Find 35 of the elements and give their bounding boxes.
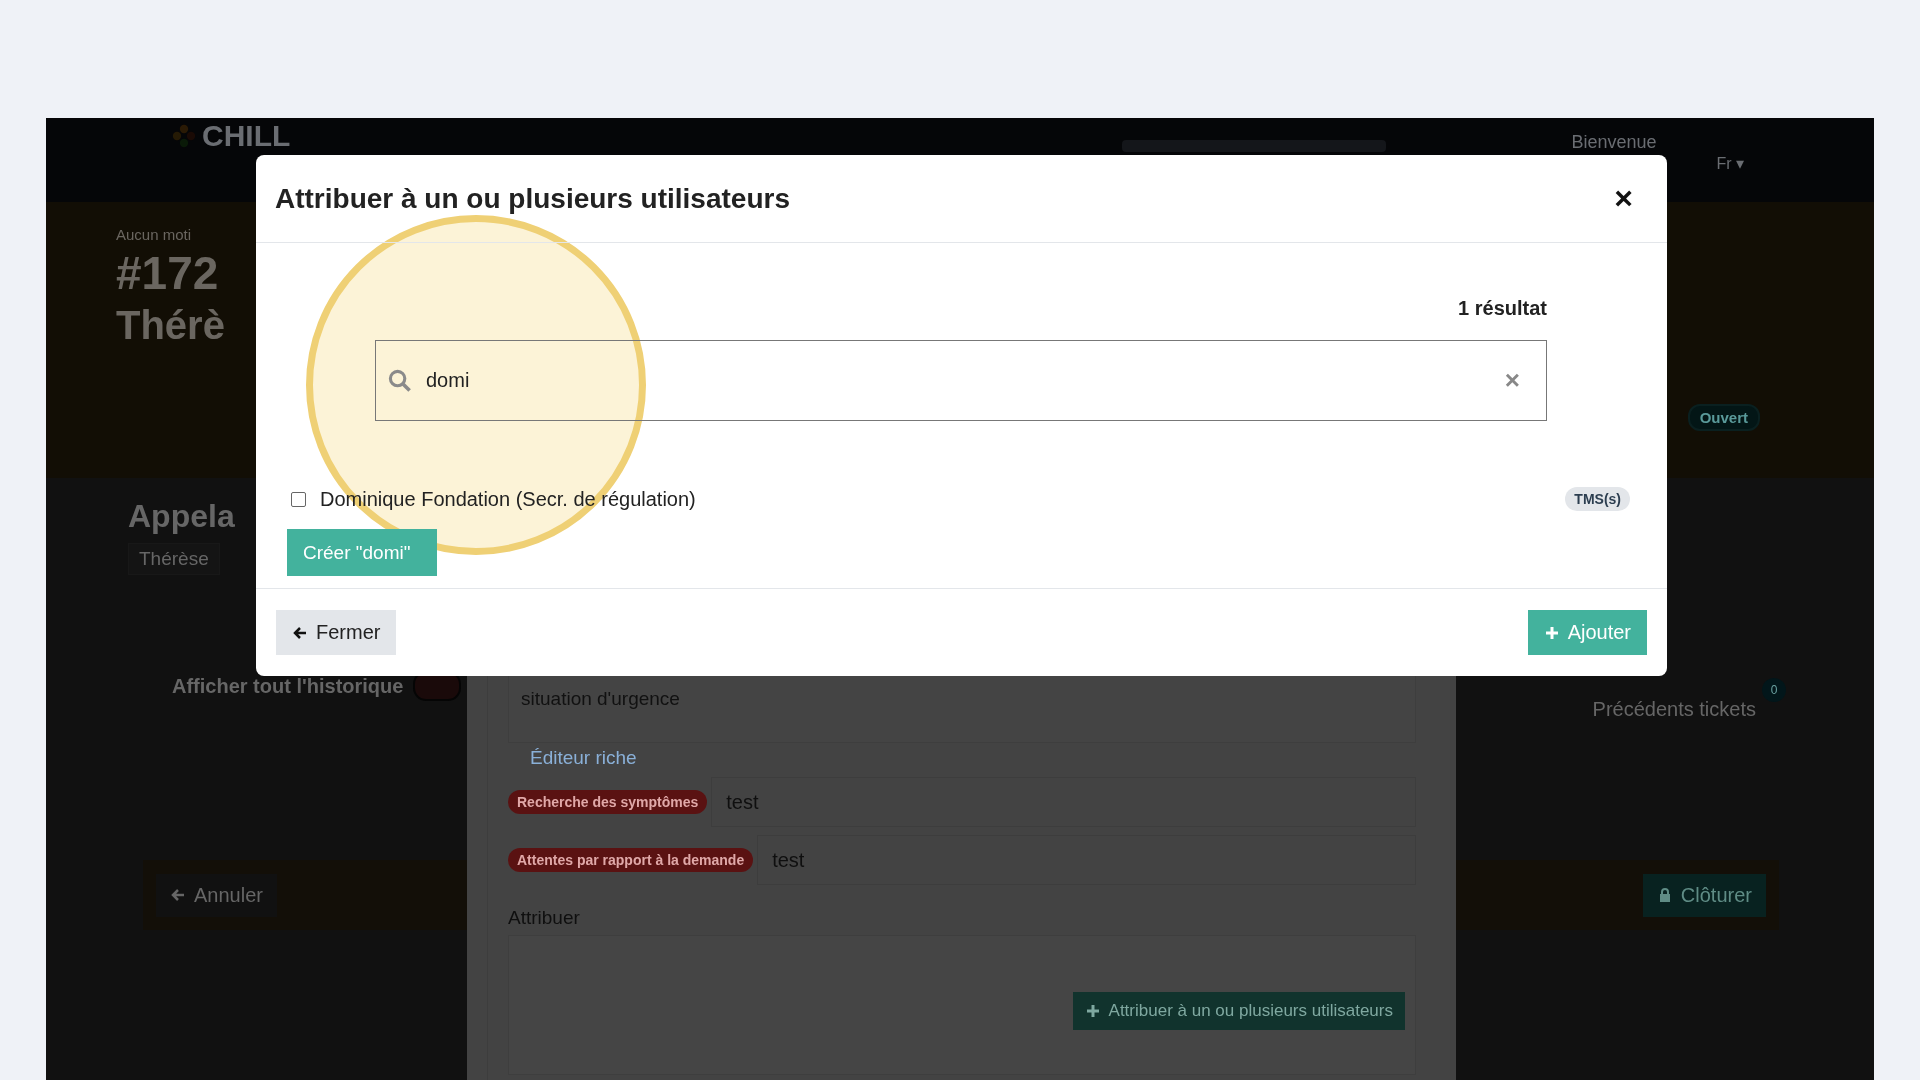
- result-count: 1 résultat: [1458, 297, 1547, 320]
- count-badge: 0: [1762, 678, 1786, 702]
- ticket-number: #172: [116, 246, 220, 301]
- close-ticket-button[interactable]: Clôturer: [1642, 873, 1766, 917]
- field-label: Recherche des symptômes: [508, 790, 708, 814]
- create-button[interactable]: Créer "domi": [287, 529, 437, 576]
- plus-icon: [1084, 1003, 1101, 1019]
- add-button[interactable]: Ajouter: [1527, 610, 1647, 655]
- caller-heading: Appela: [128, 498, 235, 535]
- status-badge: Ouvert: [1687, 404, 1760, 431]
- checkbox[interactable]: [291, 491, 306, 507]
- rich-editor-link[interactable]: Éditeur riche: [530, 747, 637, 769]
- search-field[interactable]: domi ×: [375, 340, 1547, 421]
- history-label: Afficher tout l'historique: [172, 674, 404, 698]
- plus-icon: [1543, 624, 1560, 641]
- logo: CHILL: [170, 119, 291, 153]
- assign-button[interactable]: Attribuer à un ou plusieurs utilisateurs: [1072, 992, 1405, 1030]
- language-menu[interactable]: Fr ▾: [1716, 154, 1744, 173]
- role-tag: TMS(s): [1565, 487, 1630, 511]
- arrow-left-icon: [292, 624, 308, 641]
- welcome-text: Bienvenue: [1571, 132, 1657, 153]
- cancel-button[interactable]: Annuler: [156, 873, 277, 917]
- field-label: Attentes par rapport à la demande: [508, 848, 754, 872]
- close-dialog-button[interactable]: Fermer: [276, 610, 397, 655]
- search-icon: [388, 368, 412, 393]
- modal-title: Attribuer à un ou plusieurs utilisateurs: [275, 182, 790, 215]
- flower-icon: [170, 122, 198, 150]
- previous-tickets-label[interactable]: Précédents tickets: [1592, 698, 1756, 720]
- arrow-left-icon: [170, 887, 186, 903]
- ticket-person: Thérè: [116, 303, 225, 348]
- close-button[interactable]: ×: [1610, 180, 1637, 217]
- caller-chip: Thérèse: [128, 543, 220, 575]
- ticket-motive: Aucun moti: [116, 226, 193, 243]
- clear-button[interactable]: ×: [1498, 364, 1526, 397]
- user-name[interactable]: Dominique Fondation (Secr. de régulation): [320, 487, 696, 511]
